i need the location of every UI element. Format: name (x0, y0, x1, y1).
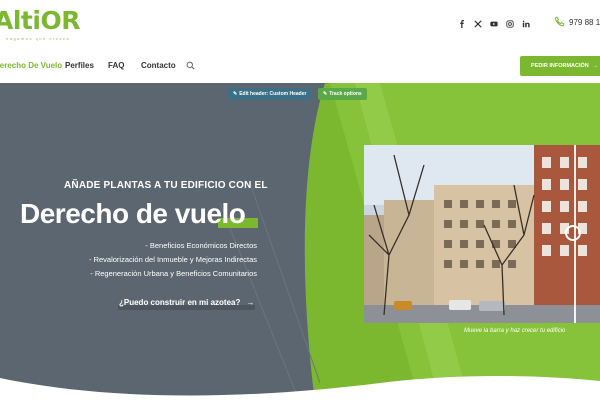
hero-title: Derecho de vuelo (20, 198, 246, 229)
can-i-build-label: ¿Puedo construir en mi azotea? (119, 297, 241, 307)
arrow-right-icon: → (592, 63, 599, 69)
nav-faq[interactable]: FAQ (108, 61, 124, 70)
logo[interactable]: AltiOR (0, 6, 80, 35)
youtube-icon[interactable] (490, 18, 498, 30)
phone-icon (554, 16, 565, 27)
track-options-label: Track options (329, 91, 362, 97)
facebook-icon[interactable] (458, 18, 466, 30)
search-icon[interactable] (186, 61, 195, 70)
request-info-label: PEDIR INFORMACIÓN (531, 63, 589, 69)
track-options-pill[interactable]: ✎ Track options (318, 88, 367, 100)
arrow-right-icon: → (246, 297, 255, 307)
hero-subtitle: AÑADE PLANTAS A TU EDIFICIO CON EL (64, 180, 268, 191)
phone-number[interactable]: 979 88 10 (569, 18, 600, 27)
pencil-icon: ✎ (233, 91, 238, 97)
pencil-icon: ✎ (323, 91, 328, 97)
compare-slider-handle[interactable] (565, 225, 581, 241)
hero-bullet: - Regeneración Urbana y Beneficios Comun… (90, 269, 257, 278)
top-bar: AltiOR hagamos que crezca 979 88 10 (0, 0, 600, 49)
nav-derecho-de-vuelo[interactable]: Derecho De Vuelo (0, 61, 62, 70)
slider-caption: Mueve la barra y haz crecer tu edificio (464, 328, 566, 334)
request-info-button[interactable]: PEDIR INFORMACIÓN → (520, 56, 600, 76)
main-nav: Derecho De Vuelo Perfiles FAQ Contacto (0, 48, 600, 82)
nav-contacto[interactable]: Contacto (141, 61, 176, 70)
hero-bullet: - Revalorización del Inmueble y Mejoras … (89, 255, 257, 264)
edit-header-pill[interactable]: ✎ Edit header: Custom Header (228, 88, 312, 100)
x-icon[interactable] (474, 18, 482, 30)
hero-bullet: - Beneficios Económicos Directos (145, 241, 257, 250)
can-i-build-link[interactable]: ¿Puedo construir en mi azotea? → (118, 293, 259, 311)
edit-header-label: Edit header: Custom Header (239, 91, 307, 97)
nav-perfiles[interactable]: Perfiles (65, 61, 94, 70)
linkedin-icon[interactable] (522, 18, 530, 30)
logo-tagline: hagamos que crezca (6, 36, 71, 41)
instagram-icon[interactable] (506, 18, 514, 30)
